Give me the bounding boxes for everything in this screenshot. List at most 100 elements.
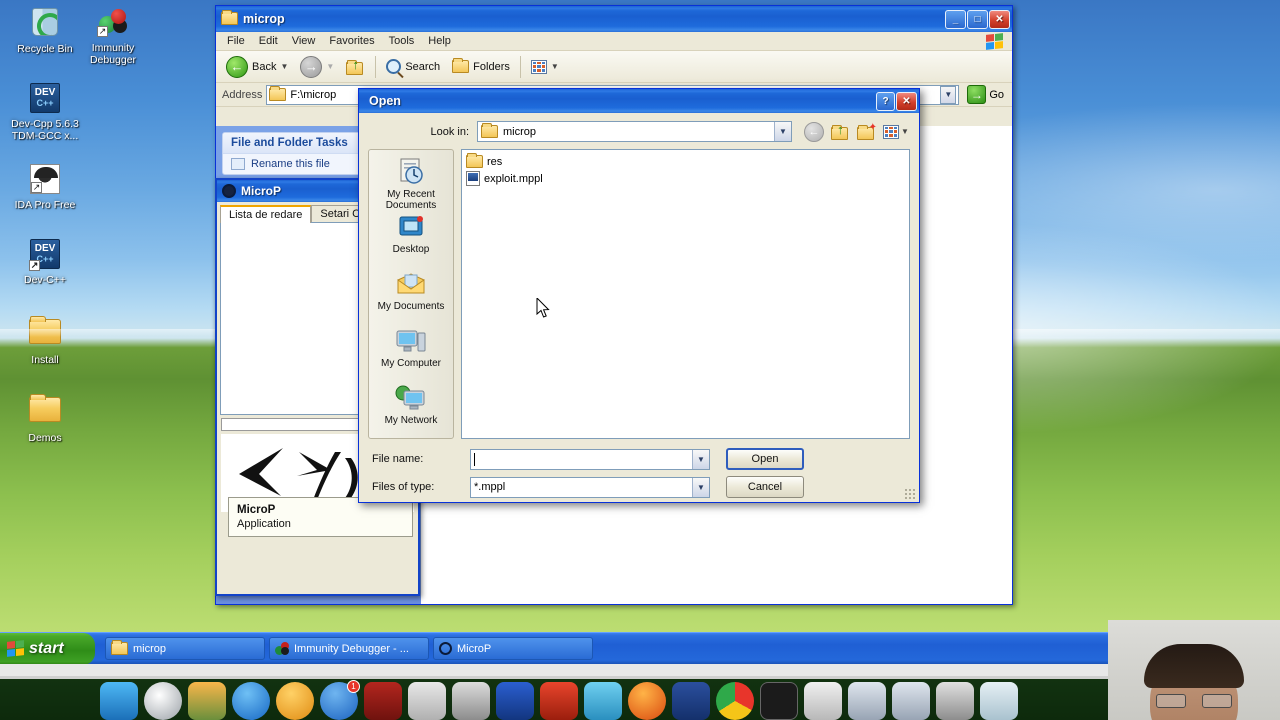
views-button[interactable]: ▼ [525,57,565,77]
start-button[interactable]: start [0,632,95,665]
open-dialog[interactable]: Open ? ✕ Look in: microp ▼ ← ↑ ✦ ▼ My Re… [358,88,920,503]
forward-icon: → [300,55,323,78]
open-dialog-toolbar[interactable]: ← ↑ ✦ ▼ [797,121,909,142]
list-item[interactable]: exploit.mppl [466,170,909,187]
back-button[interactable]: ← Back ▼ [220,53,294,81]
file-name-input[interactable]: ▼ [470,448,710,470]
virtualbox-icon[interactable] [672,682,710,720]
maximize-button[interactable]: □ [967,9,988,29]
menu-view[interactable]: View [285,33,323,49]
place-label: My Network [384,415,438,426]
taskbar-item-label: Immunity Debugger - ... [294,642,409,655]
recent-documents-icon [396,157,426,188]
open-dialog-title: Open [369,94,401,108]
itunes-icon[interactable] [232,682,270,720]
desktop-icon-recycle-bin[interactable]: Recycle Bin [8,6,82,55]
desktop-icon-ida-pro-free[interactable]: ↗ IDA Pro Free [8,163,82,211]
recycle-bin-icon [29,8,61,40]
folders-button[interactable]: Folders [446,57,516,76]
places-bar[interactable]: My Recent Documents Desktop My Documents… [368,149,454,439]
webcam-hair [1144,644,1244,688]
help-button[interactable]: ? [876,91,895,111]
minimize-button[interactable]: _ [945,9,966,29]
menu-file[interactable]: File [220,33,252,49]
desktop-icon-install[interactable]: Install [8,315,82,366]
terminal-icon[interactable] [760,682,798,720]
open-dialog-footer: File name: ▼ Open Files of type: *.mppl … [368,439,910,498]
microp-icon [222,184,236,198]
mouse-cursor [536,298,550,318]
appstore-icon[interactable]: 1 [320,680,360,720]
chrome-icon[interactable] [716,682,754,720]
tab-lista-de-redare[interactable]: Lista de redare [220,205,312,223]
up-one-level-icon[interactable]: ↑ [831,123,850,140]
gimp-icon[interactable] [804,682,842,720]
place-my-computer[interactable]: My Computer [369,325,453,382]
desktop-icon-demos[interactable]: Demos [8,393,82,444]
screen2-icon[interactable] [892,682,930,720]
host-dock[interactable]: 1 [0,680,1180,720]
file-list[interactable]: res exploit.mppl [461,149,910,439]
back-icon[interactable]: ← [804,121,824,142]
explorer-menubar[interactable]: File Edit View Favorites Tools Help [216,32,1012,51]
place-desktop[interactable]: Desktop [369,211,453,268]
taskbar-item-label: microp [133,642,167,655]
finder-icon[interactable] [100,682,138,720]
toolbar-separator [375,55,377,78]
place-my-documents[interactable]: My Documents [369,268,453,325]
menu-edit[interactable]: Edit [252,33,285,49]
open-dialog-titlebar[interactable]: Open ? ✕ [359,89,919,113]
address-dropdown-button[interactable]: ▼ [940,85,957,104]
chevron-down-icon[interactable]: ▼ [774,122,791,141]
keynote-icon[interactable] [584,682,622,720]
chevron-down-icon[interactable]: ▼ [692,477,709,497]
taskbar-item-immunity-debugger[interactable]: Immunity Debugger - ... [269,637,429,660]
explorer-titlebar[interactable]: microp _ □ ✕ [216,6,1012,32]
trash-icon[interactable] [980,682,1018,720]
word-icon[interactable] [496,682,534,720]
garageband-icon[interactable] [364,682,402,720]
dashboard-icon[interactable] [452,682,490,720]
look-in-label: Look in: [430,125,469,138]
launchpad-icon[interactable] [144,682,182,720]
taskbar[interactable]: start microp Immunity Debugger - ... Mic… [0,632,1280,665]
rename-icon [231,158,245,170]
photos-icon[interactable] [188,682,226,720]
look-in-combobox[interactable]: microp ▼ [477,121,792,142]
toolbar-separator [519,55,521,78]
menu-help[interactable]: Help [421,33,458,49]
cancel-button[interactable]: Cancel [726,476,804,498]
up-button[interactable]: ↑ [340,56,371,78]
go-button[interactable]: → Go [963,85,1008,104]
taskbar-item-microp-app[interactable]: MicroP [433,637,593,660]
files-of-type-combobox[interactable]: *.mppl ▼ [470,476,710,498]
resize-grip[interactable] [904,488,916,500]
list-item[interactable]: res [466,153,909,170]
close-button[interactable]: ✕ [989,9,1010,29]
ibooks-icon[interactable] [276,682,314,720]
views-button[interactable]: ▼ [883,124,909,139]
place-my-recent-documents[interactable]: My Recent Documents [369,154,453,211]
menu-favorites[interactable]: Favorites [322,33,381,49]
quicktime-icon[interactable] [936,682,974,720]
search-button[interactable]: Search [380,56,446,77]
close-button[interactable]: ✕ [896,91,917,111]
acrobat-icon[interactable] [540,682,578,720]
desktop-icon-label: Recycle Bin [17,43,73,55]
open-button[interactable]: Open [726,448,804,470]
desktop-icon-immunity-debugger[interactable]: ↗ Immunity Debugger [76,6,150,66]
place-my-network[interactable]: My Network [369,382,453,439]
chevron-down-icon[interactable]: ▼ [692,449,709,469]
explorer-toolbar[interactable]: ← Back ▼ → ▼ ↑ Search Folders ▼ [216,51,1012,83]
new-folder-icon[interactable]: ✦ [857,122,877,140]
desktop-icon-dev-cpp[interactable]: DEV C++ ↗ Dev-C++ [8,238,82,286]
taskbar-item-microp-folder[interactable]: microp [105,637,265,660]
forward-button[interactable]: → ▼ [294,53,340,81]
screen1-icon[interactable] [848,682,886,720]
menu-tools[interactable]: Tools [382,33,422,49]
look-in-value: microp [503,125,537,138]
firefox-icon[interactable] [628,682,666,720]
chevron-down-icon: ▼ [326,62,335,71]
desktop-icon-dev-cpp-tdm[interactable]: DEV C++ Dev-Cpp 5.6.3 TDM-GCC x... [8,82,82,142]
preview-icon[interactable] [408,682,446,720]
